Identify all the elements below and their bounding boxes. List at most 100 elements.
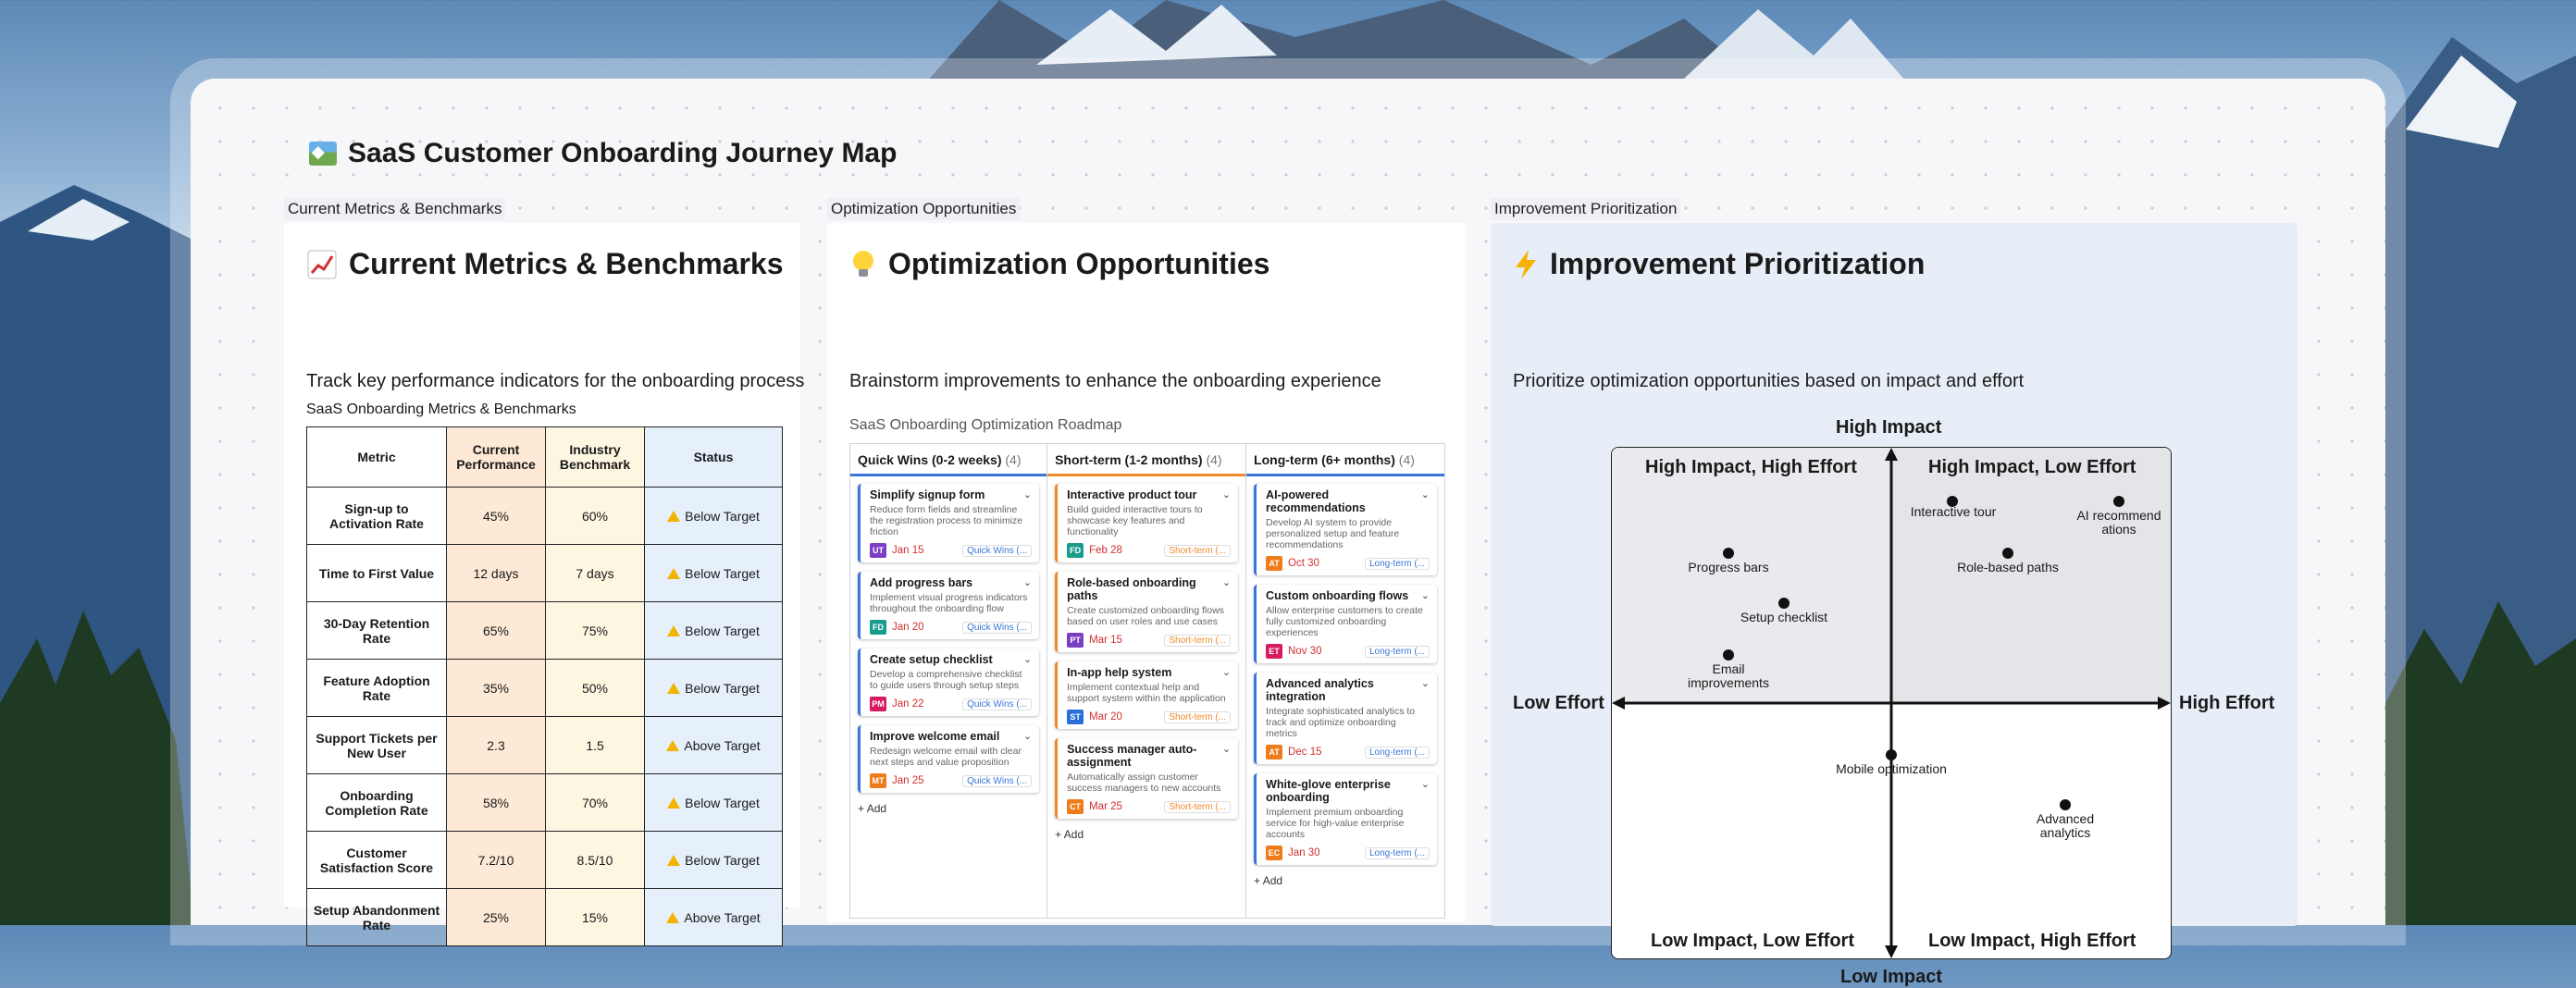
avatar[interactable]: MT xyxy=(870,773,886,788)
due-date[interactable]: Jan 25 xyxy=(892,775,924,786)
avatar[interactable]: UT xyxy=(870,543,886,558)
kanban-column[interactable]: Long-term (6+ months) (4) ⌄ AI-powered r… xyxy=(1246,444,1444,918)
due-date[interactable]: Jan 30 xyxy=(1288,847,1320,858)
status-cell: Below Target xyxy=(644,487,783,545)
chevron-down-icon[interactable]: ⌄ xyxy=(1421,488,1430,500)
column-tag[interactable]: Short-term (... xyxy=(1164,544,1232,557)
matrix-item-dot[interactable] xyxy=(1723,649,1734,661)
column-tag[interactable]: Quick Wins (... xyxy=(962,621,1033,634)
matrix-item-dot[interactable] xyxy=(2002,548,2013,559)
warning-icon xyxy=(667,854,681,866)
avatar[interactable]: PM xyxy=(870,697,886,711)
card-title: Create setup checklist xyxy=(870,653,993,666)
roadmap-card[interactable]: ⌄ In-app help system Implement contextua… xyxy=(1055,661,1239,729)
table-row[interactable]: Feature Adoption Rate 35% 50% Below Targ… xyxy=(306,659,783,717)
card-description: Implement premium onboarding service for… xyxy=(1266,807,1405,840)
column-tag[interactable]: Long-term (... xyxy=(1364,746,1430,759)
frame-tab-optimization[interactable]: Optimization Opportunities xyxy=(827,198,1021,220)
chevron-down-icon[interactable]: ⌄ xyxy=(1421,589,1430,601)
table-row[interactable]: Customer Satisfaction Score 7.2/10 8.5/1… xyxy=(306,831,783,889)
roadmap-card[interactable]: ⌄ Success manager auto-assignment Automa… xyxy=(1055,738,1239,819)
column-tag[interactable]: Long-term (... xyxy=(1364,557,1430,570)
table-row[interactable]: Support Tickets per New User 2.3 1.5 Abo… xyxy=(306,716,783,774)
chevron-down-icon[interactable]: ⌄ xyxy=(1023,653,1032,665)
avatar[interactable]: AT xyxy=(1266,745,1283,760)
matrix-item-dot[interactable] xyxy=(1723,548,1734,559)
roadmap-card[interactable]: ⌄ Advanced analytics integration Integra… xyxy=(1254,673,1437,764)
avatar[interactable]: FD xyxy=(870,620,886,635)
add-card-button[interactable]: + Add xyxy=(1055,828,1238,841)
avatar[interactable]: AT xyxy=(1266,556,1283,571)
frame-tab-metrics[interactable]: Current Metrics & Benchmarks xyxy=(284,198,506,220)
column-tag[interactable]: Long-term (... xyxy=(1364,846,1430,859)
avatar[interactable]: EC xyxy=(1266,846,1283,860)
column-tag[interactable]: Quick Wins (... xyxy=(962,544,1033,557)
chevron-down-icon[interactable]: ⌄ xyxy=(1222,576,1231,588)
matrix-item-dot[interactable] xyxy=(2060,799,2071,810)
col-header-status: Status xyxy=(644,426,783,488)
avatar[interactable]: FD xyxy=(1067,543,1084,558)
due-date[interactable]: Jan 15 xyxy=(892,545,924,556)
due-date[interactable]: Dec 15 xyxy=(1288,747,1321,758)
chevron-down-icon[interactable]: ⌄ xyxy=(1222,743,1231,755)
roadmap-kanban[interactable]: Quick Wins (0-2 weeks) (4) ⌄ Simplify si… xyxy=(849,443,1445,919)
chevron-down-icon[interactable]: ⌄ xyxy=(1421,677,1430,689)
chevron-down-icon[interactable]: ⌄ xyxy=(1421,778,1430,790)
whiteboard-canvas[interactable]: SaaS Customer Onboarding Journey Map Cur… xyxy=(191,79,2385,987)
roadmap-card[interactable]: ⌄ Simplify signup form Reduce form field… xyxy=(858,484,1040,562)
roadmap-card[interactable]: ⌄ Role-based onboarding paths Create cus… xyxy=(1055,572,1239,652)
metrics-frame[interactable]: Current Metrics & Benchmarks Track key p… xyxy=(284,223,804,946)
column-tag[interactable]: Long-term (... xyxy=(1364,645,1430,658)
matrix-item-dot[interactable] xyxy=(1886,749,1897,760)
roadmap-card[interactable]: ⌄ Improve welcome email Redesign welcome… xyxy=(858,725,1040,793)
kanban-column-header: Long-term (6+ months) (4) xyxy=(1246,444,1444,476)
add-card-button[interactable]: + Add xyxy=(1254,874,1437,887)
due-date[interactable]: Mar 15 xyxy=(1089,635,1122,646)
chevron-down-icon[interactable]: ⌄ xyxy=(1023,488,1032,500)
due-date[interactable]: Jan 20 xyxy=(892,622,924,633)
current-value: 65% xyxy=(446,601,546,660)
table-row[interactable]: Onboarding Completion Rate 58% 70% Below… xyxy=(306,773,783,832)
due-date[interactable]: Feb 28 xyxy=(1089,545,1122,556)
chevron-down-icon[interactable]: ⌄ xyxy=(1023,730,1032,742)
benchmark-value: 60% xyxy=(545,487,645,545)
avatar[interactable]: ET xyxy=(1266,644,1283,659)
column-tag[interactable]: Quick Wins (... xyxy=(962,774,1033,787)
due-date[interactable]: Oct 30 xyxy=(1288,558,1319,569)
chevron-down-icon[interactable]: ⌄ xyxy=(1222,488,1231,500)
matrix-item-dot[interactable] xyxy=(2113,496,2124,507)
avatar[interactable]: ST xyxy=(1067,710,1084,724)
frame-tab-prioritization[interactable]: Improvement Prioritization xyxy=(1491,198,1681,220)
column-tag[interactable]: Short-term (... xyxy=(1164,800,1232,813)
column-tag[interactable]: Short-term (... xyxy=(1164,710,1232,723)
optimization-frame[interactable]: Optimization Opportunities Brainstorm im… xyxy=(827,223,1466,922)
impact-effort-matrix[interactable]: High Impact, High Effort High Impact, Lo… xyxy=(1611,447,2172,959)
metrics-table[interactable]: Metric Current Performance Industry Benc… xyxy=(306,426,783,946)
kanban-column[interactable]: Quick Wins (0-2 weeks) (4) ⌄ Simplify si… xyxy=(850,444,1048,918)
kanban-column[interactable]: Short-term (1-2 months) (4) ⌄ Interactiv… xyxy=(1047,444,1247,918)
due-date[interactable]: Jan 22 xyxy=(892,698,924,710)
roadmap-card[interactable]: ⌄ White-glove enterprise onboarding Impl… xyxy=(1254,773,1437,865)
due-date[interactable]: Mar 20 xyxy=(1089,711,1122,722)
roadmap-card[interactable]: ⌄ Add progress bars Implement visual pro… xyxy=(858,572,1040,639)
table-row[interactable]: Sign-up to Activation Rate 45% 60% Below… xyxy=(306,487,783,545)
avatar[interactable]: PT xyxy=(1067,633,1084,648)
add-card-button[interactable]: + Add xyxy=(858,802,1039,815)
matrix-item-dot[interactable] xyxy=(1778,598,1790,609)
chevron-down-icon[interactable]: ⌄ xyxy=(1222,666,1231,678)
table-row[interactable]: Time to First Value 12 days 7 days Below… xyxy=(306,544,783,602)
prioritization-frame[interactable]: Improvement Prioritization Prioritize op… xyxy=(1491,223,2297,987)
roadmap-card[interactable]: ⌄ Create setup checklist Develop a compr… xyxy=(858,648,1040,716)
due-date[interactable]: Mar 25 xyxy=(1089,801,1122,812)
table-row[interactable]: 30-Day Retention Rate 65% 75% Below Targ… xyxy=(306,601,783,660)
table-row[interactable]: Setup Abandonment Rate 25% 15% Above Tar… xyxy=(306,888,783,946)
roadmap-card[interactable]: ⌄ AI-powered recommendations Develop AI … xyxy=(1254,484,1437,575)
roadmap-card[interactable]: ⌄ Interactive product tour Build guided … xyxy=(1055,484,1239,562)
avatar[interactable]: CT xyxy=(1067,799,1084,814)
chevron-down-icon[interactable]: ⌄ xyxy=(1023,576,1032,588)
column-tag[interactable]: Quick Wins (... xyxy=(962,698,1033,710)
due-date[interactable]: Nov 30 xyxy=(1288,646,1321,657)
roadmap-card[interactable]: ⌄ Custom onboarding flows Allow enterpri… xyxy=(1254,585,1437,663)
board-title: SaaS Customer Onboarding Journey Map xyxy=(309,138,897,169)
column-tag[interactable]: Short-term (... xyxy=(1164,634,1232,647)
